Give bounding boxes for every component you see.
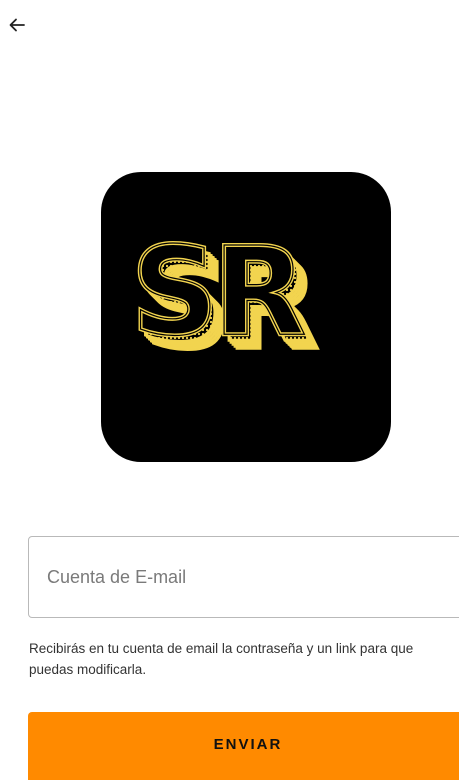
arrow-left-icon (9, 18, 25, 37)
email-input[interactable] (29, 537, 459, 617)
logo-tile: SR SR SR SR SR SR SR (101, 172, 391, 462)
submit-button[interactable]: ENVIAR (28, 712, 459, 780)
sr-monogram-logo: SR SR SR SR SR SR SR (129, 219, 325, 379)
svg-text:SR: SR (131, 221, 305, 363)
app-logo: SR SR SR SR SR SR SR (101, 172, 391, 462)
help-text: Recibirás en tu cuenta de email la contr… (29, 641, 414, 677)
back-button[interactable] (6, 16, 28, 38)
email-field[interactable] (28, 536, 459, 618)
